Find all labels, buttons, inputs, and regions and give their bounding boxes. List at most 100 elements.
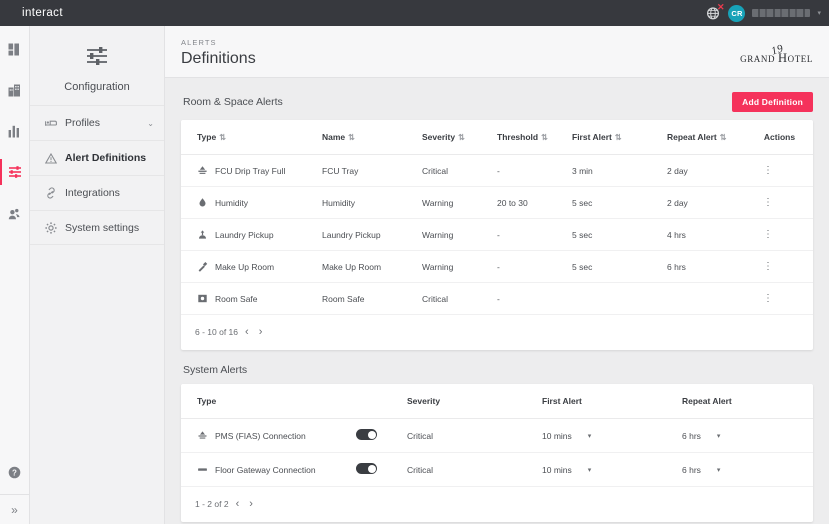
room-alerts-table: Type⇅ Name⇅ Severity⇅ Threshold⇅ First A… — [181, 120, 813, 315]
content-scroll: Room & Space Alerts Add Definition Type⇅… — [165, 78, 829, 524]
make-up-room-icon — [197, 261, 208, 272]
chevron-down-icon[interactable]: ⌄ — [147, 119, 154, 128]
row-type-label: Laundry Pickup — [215, 230, 274, 240]
enable-toggle[interactable] — [356, 429, 377, 440]
app-root: interact ✕ CR ▾ — [0, 0, 829, 524]
help-icon[interactable]: ? — [8, 466, 21, 484]
pagination-prev-button[interactable]: ‹ — [242, 326, 252, 338]
system-section-title: System Alerts — [183, 364, 247, 376]
cell-severity: Warning — [416, 251, 491, 283]
avatar[interactable]: CR — [728, 5, 745, 22]
table-header-row: Type⇅ Name⇅ Severity⇅ Threshold⇅ First A… — [181, 120, 813, 155]
row-actions-menu-button[interactable]: ⋮ — [762, 199, 774, 206]
first-alert-select[interactable]: 10 mins▾ — [542, 465, 591, 475]
cell-repeat-alert — [661, 283, 756, 315]
rail-item-dashboard[interactable] — [0, 34, 30, 64]
main-content: ALERTS Definitions 19 GRAND HOTEL Room &… — [165, 26, 829, 524]
pms-connection-icon — [197, 430, 208, 441]
chevron-down-icon: ▾ — [588, 466, 592, 474]
cell-name: Room Safe — [316, 283, 416, 315]
repeat-alert-value: 6 hrs — [682, 431, 701, 441]
sidebar-item-profiles[interactable]: Profiles ⌄ — [30, 105, 164, 140]
rail-item-people[interactable] — [0, 198, 30, 228]
configuration-icon — [84, 44, 110, 73]
table-header-row: Type Severity First Alert Repeat Alert — [181, 384, 813, 419]
table-row[interactable]: Humidity Humidity Warning 20 to 30 5 sec… — [181, 187, 813, 219]
pagination-next-button[interactable]: › — [246, 498, 256, 510]
cell-actions: ⋮ — [756, 251, 813, 283]
rail-bottom: ? » — [0, 466, 29, 524]
sidebar-item-integrations[interactable]: Integrations — [30, 175, 164, 210]
icon-rail: ? » — [0, 26, 30, 524]
system-section-header: System Alerts — [183, 364, 813, 376]
cell-enabled-toggle — [356, 453, 401, 487]
column-label: Type — [197, 132, 216, 142]
column-header-type: Type — [181, 384, 356, 419]
column-header-type[interactable]: Type⇅ — [181, 120, 316, 155]
table-row[interactable]: Make Up Room Make Up Room Warning - 5 se… — [181, 251, 813, 283]
page-heading-block: ALERTS Definitions — [181, 38, 256, 68]
repeat-alert-select[interactable]: 6 hrs▾ — [682, 431, 720, 441]
chevron-down-icon[interactable]: ▾ — [817, 9, 821, 17]
repeat-alert-select[interactable]: 6 hrs▾ — [682, 465, 720, 475]
app-logo[interactable]: interact — [22, 7, 63, 19]
enable-toggle[interactable] — [356, 463, 377, 474]
rail-item-building[interactable] — [0, 75, 30, 105]
table-row[interactable]: Floor Gateway Connection Critical 10 min… — [181, 453, 813, 487]
rail-item-configuration[interactable] — [0, 157, 30, 187]
globe-icon[interactable]: ✕ — [705, 5, 721, 21]
column-header-repeat-alert[interactable]: Repeat Alert⇅ — [661, 120, 756, 155]
row-type-label: Humidity — [215, 198, 248, 208]
sidebar-item-label: Profiles — [65, 117, 100, 129]
rail-item-analytics[interactable] — [0, 116, 30, 146]
column-header-repeat-alert: Repeat Alert — [676, 384, 813, 419]
globe-error-badge: ✕ — [717, 3, 725, 12]
sidebar-title: Configuration — [64, 81, 129, 93]
row-actions-menu-button[interactable]: ⋮ — [762, 263, 774, 270]
link-icon — [44, 187, 57, 199]
sidebar-expand-button[interactable]: » — [0, 494, 29, 524]
table-row[interactable]: PMS (FIAS) Connection Critical 10 mins▾ … — [181, 419, 813, 453]
cell-severity: Critical — [401, 453, 536, 487]
column-header-threshold[interactable]: Threshold⇅ — [491, 120, 566, 155]
pagination-next-button[interactable]: › — [256, 326, 266, 338]
cell-first-alert: 3 min — [566, 155, 661, 187]
system-table-pagination: 1 - 2 of 2 ‹ › — [181, 487, 813, 522]
cell-type: Make Up Room — [181, 251, 316, 283]
table-row[interactable]: FCU Drip Tray Full FCU Tray Critical - 3… — [181, 155, 813, 187]
column-header-first-alert: First Alert — [536, 384, 676, 419]
cell-first-alert: 5 sec — [566, 219, 661, 251]
cell-repeat-alert: 4 hrs — [661, 219, 756, 251]
room-alerts-card: Type⇅ Name⇅ Severity⇅ Threshold⇅ First A… — [181, 120, 813, 350]
column-label: Repeat Alert — [667, 132, 717, 142]
column-label: Name — [322, 132, 345, 142]
sidebar-item-alert-definitions[interactable]: Alert Definitions — [30, 140, 164, 175]
first-alert-value: 10 mins — [542, 431, 572, 441]
column-header-severity[interactable]: Severity⇅ — [416, 120, 491, 155]
first-alert-select[interactable]: 10 mins▾ — [542, 431, 591, 441]
sort-icon: ⇅ — [458, 133, 465, 142]
column-header-name[interactable]: Name⇅ — [316, 120, 416, 155]
sort-icon: ⇅ — [348, 133, 355, 142]
cell-severity: Warning — [416, 219, 491, 251]
row-type-label: FCU Drip Tray Full — [215, 166, 285, 176]
row-actions-menu-button[interactable]: ⋮ — [762, 231, 774, 238]
pagination-prev-button[interactable]: ‹ — [233, 498, 243, 510]
sidebar-item-system-settings[interactable]: System settings — [30, 210, 164, 245]
sort-icon: ⇅ — [219, 133, 226, 142]
add-definition-button[interactable]: Add Definition — [732, 92, 813, 112]
table-row[interactable]: Laundry Pickup Laundry Pickup Warning - … — [181, 219, 813, 251]
sidebar-header: Configuration — [30, 26, 164, 105]
svg-text:?: ? — [12, 469, 17, 478]
table-row[interactable]: Room Safe Room Safe Critical - ⋮ — [181, 283, 813, 315]
cell-first-alert: 10 mins▾ — [536, 419, 676, 453]
user-name — [752, 9, 810, 17]
row-actions-menu-button[interactable]: ⋮ — [762, 295, 774, 302]
bed-icon — [44, 118, 57, 128]
warning-triangle-icon — [44, 153, 57, 164]
column-header-toggle — [356, 384, 401, 419]
cell-threshold: 20 to 30 — [491, 187, 566, 219]
column-header-first-alert[interactable]: First Alert⇅ — [566, 120, 661, 155]
row-type-label: PMS (FIAS) Connection — [215, 431, 306, 441]
row-actions-menu-button[interactable]: ⋮ — [762, 167, 774, 174]
